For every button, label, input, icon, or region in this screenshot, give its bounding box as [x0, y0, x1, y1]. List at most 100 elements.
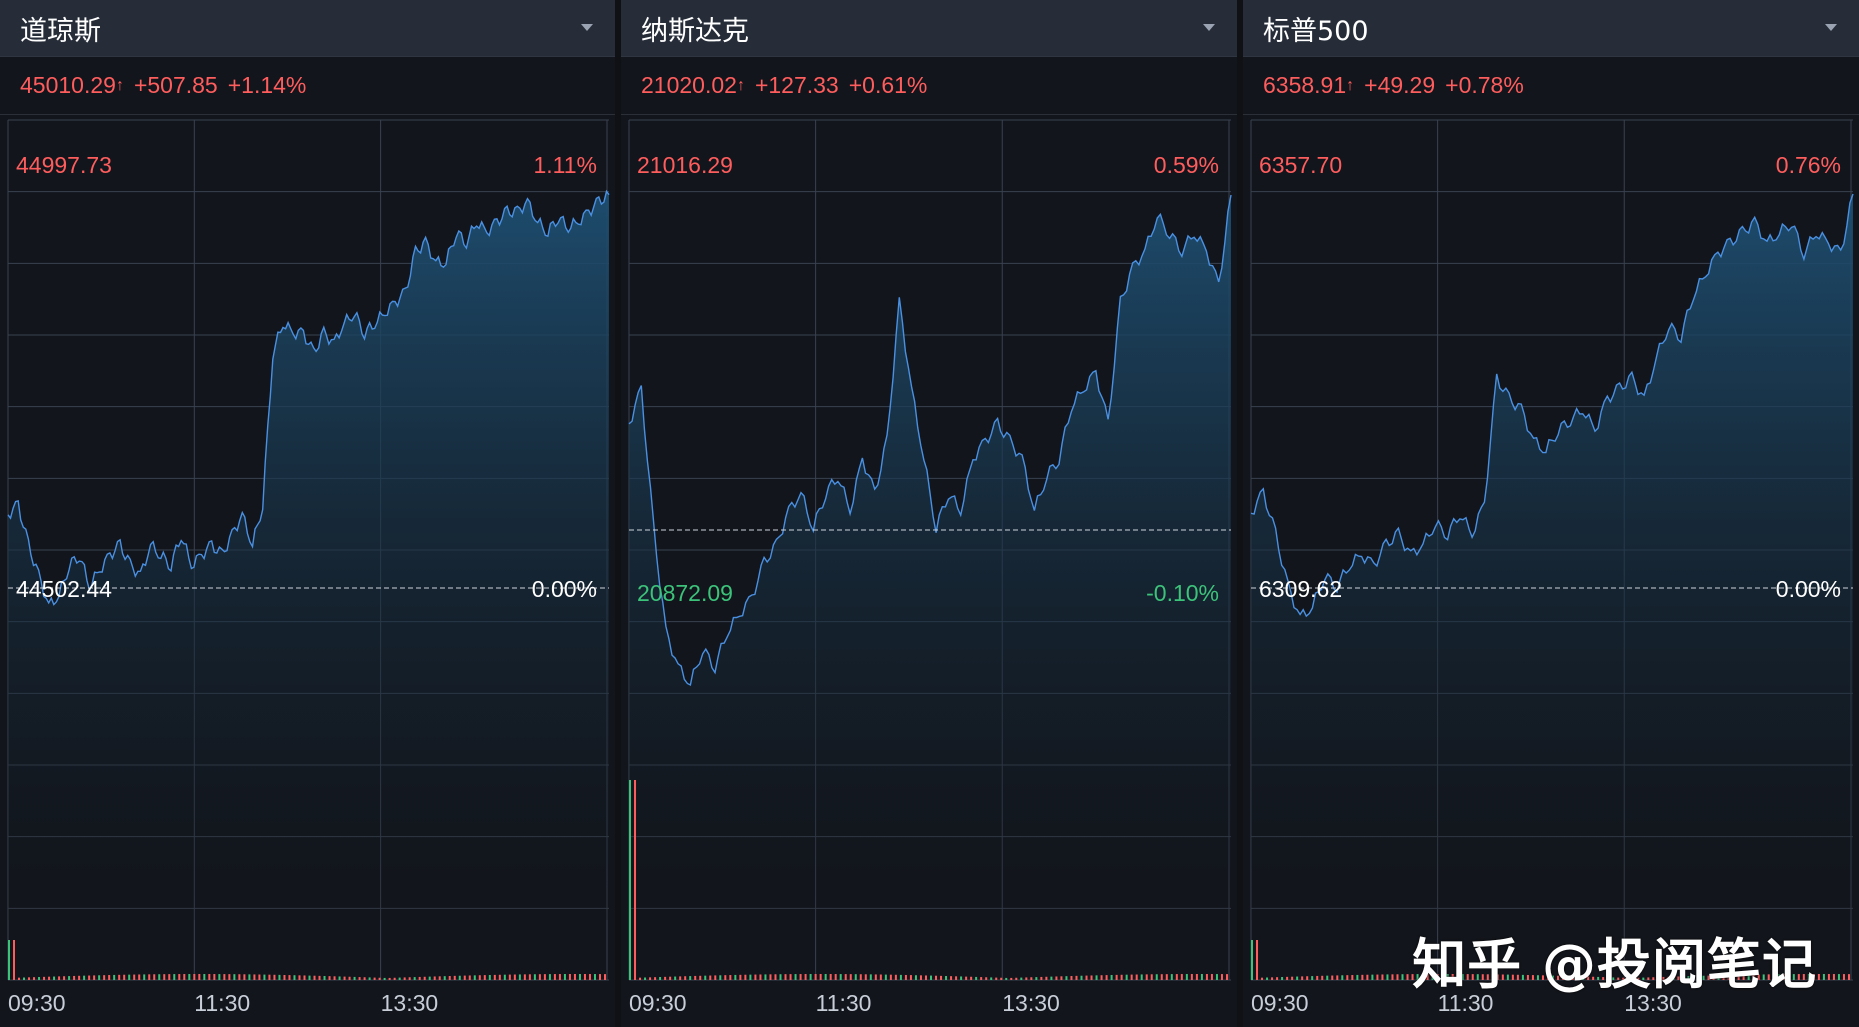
- volume-bar: [729, 975, 732, 980]
- volume-bar: [829, 974, 832, 980]
- y-max-label: 21016.29: [637, 152, 733, 178]
- volume-bar: [1160, 974, 1163, 980]
- volume-bar: [103, 975, 106, 980]
- intraday-chart[interactable]: 21016.29 0.59% 20872.09 -0.10% 09:30 11:30 13:…: [621, 114, 1237, 1027]
- chevron-down-icon[interactable]: [1825, 24, 1837, 31]
- volume-bar: [443, 976, 446, 980]
- volume-bar: [1180, 974, 1183, 980]
- panel-header[interactable]: 标普500: [1243, 0, 1859, 57]
- volume-bar: [588, 974, 591, 980]
- price-change: +49.29: [1364, 72, 1436, 98]
- volume-bar: [1025, 977, 1028, 980]
- intraday-chart[interactable]: 6357.70 0.76% 6309.62 0.00% 09:30 11:30 13:30: [1243, 114, 1859, 1027]
- volume-bar: [178, 974, 181, 980]
- panel-header[interactable]: 纳斯达克: [621, 0, 1237, 57]
- volume-bar: [975, 976, 978, 980]
- volume-bar: [583, 974, 586, 980]
- price-change: +127.33: [754, 72, 839, 98]
- volume-bar: [644, 977, 647, 980]
- volume-bar: [498, 974, 501, 980]
- area-fill: [1251, 194, 1853, 920]
- volume-bar: [1266, 977, 1269, 980]
- volume-bar: [1065, 976, 1068, 980]
- volume-bar: [940, 975, 943, 980]
- volume-bar: [598, 974, 601, 980]
- volume-bar: [639, 977, 642, 980]
- chart-svg: 21016.29 0.59% 20872.09 -0.10% 09:30 11:30 13:…: [628, 119, 1232, 1016]
- volume-bar: [894, 974, 897, 980]
- index-title: 标普500: [1263, 15, 1369, 47]
- volume-bar: [1396, 974, 1399, 980]
- volume-bar: [1391, 974, 1394, 980]
- volume-bar: [553, 974, 556, 980]
- volume-bar: [1837, 974, 1840, 980]
- volume-bar: [1205, 974, 1208, 980]
- volume-bar: [53, 976, 56, 980]
- volume-bar: [503, 974, 506, 980]
- chevron-down-icon[interactable]: [1203, 24, 1215, 31]
- volume-bar: [824, 974, 827, 980]
- volume-bar: [448, 976, 451, 980]
- volume-bar: [1015, 977, 1018, 980]
- volume-bar: [1256, 940, 1259, 980]
- volume-bar: [1336, 975, 1339, 980]
- volume-bar: [63, 976, 66, 980]
- volume-bar: [1130, 974, 1133, 980]
- volume-bar: [428, 976, 431, 980]
- volume-bar: [779, 974, 782, 980]
- volume-bar: [1286, 976, 1289, 980]
- volume-bar: [288, 975, 291, 980]
- volume-bar: [1135, 974, 1138, 980]
- volume-bar: [393, 977, 396, 980]
- x-tick-label: 11:30: [816, 990, 872, 1016]
- volume-bar: [118, 974, 121, 980]
- volume-bar: [699, 975, 702, 980]
- volume-bar: [1040, 976, 1043, 980]
- volume-bar: [548, 974, 551, 980]
- volume-bar: [33, 977, 36, 980]
- panel-header[interactable]: 道琼斯: [0, 0, 615, 57]
- volume-bar: [970, 976, 973, 980]
- volume-bar: [914, 975, 917, 980]
- volume-bar: [629, 780, 631, 980]
- volume-bar: [1060, 976, 1063, 980]
- chevron-down-icon[interactable]: [581, 24, 593, 31]
- volume-bar: [88, 975, 91, 980]
- volume-bar: [348, 976, 351, 980]
- volume-bar: [563, 974, 566, 980]
- volume-bar: [679, 976, 682, 980]
- volume-bar: [1842, 974, 1845, 980]
- y-min-label: 20872.09: [637, 580, 733, 606]
- volume-bar: [774, 974, 777, 980]
- volume-bar: [43, 976, 46, 980]
- volume-bar: [869, 974, 872, 980]
- volume-bar: [1301, 976, 1304, 980]
- volume-bar: [1406, 974, 1409, 980]
- volume-bar: [634, 780, 637, 980]
- volume-bar: [654, 977, 657, 980]
- volume-bar: [1100, 975, 1103, 980]
- y-min-pct: 0.00%: [1776, 576, 1841, 602]
- volume-bar: [1150, 974, 1153, 980]
- index-panel-dow: 道琼斯 45010.29 ↑ +507.85 +1.14% 44997.73 1.11%…: [0, 0, 615, 1027]
- volume-bar: [508, 974, 511, 980]
- volume-bar: [23, 977, 26, 980]
- volume-bar: [273, 974, 276, 980]
- y-min-label: 6309.62: [1259, 576, 1342, 602]
- volume-bar: [749, 974, 752, 980]
- volume-bar: [1847, 974, 1850, 980]
- volume-bar: [1145, 974, 1148, 980]
- volume-bar: [423, 976, 426, 980]
- volume-bar: [909, 975, 912, 980]
- volume-bar: [809, 974, 812, 980]
- intraday-chart[interactable]: 44997.73 1.11% 44502.44 0.00% 09:30 11:30 13:3…: [0, 114, 615, 1027]
- volume-bar: [674, 976, 677, 980]
- volume-bar: [889, 974, 892, 980]
- volume-bar: [433, 976, 436, 980]
- volume-bar: [1200, 974, 1203, 980]
- volume-bar: [1366, 974, 1369, 980]
- volume-bar: [293, 975, 296, 980]
- volume-bar: [228, 974, 231, 980]
- volume-bar: [995, 977, 998, 980]
- volume-bar: [1381, 974, 1384, 980]
